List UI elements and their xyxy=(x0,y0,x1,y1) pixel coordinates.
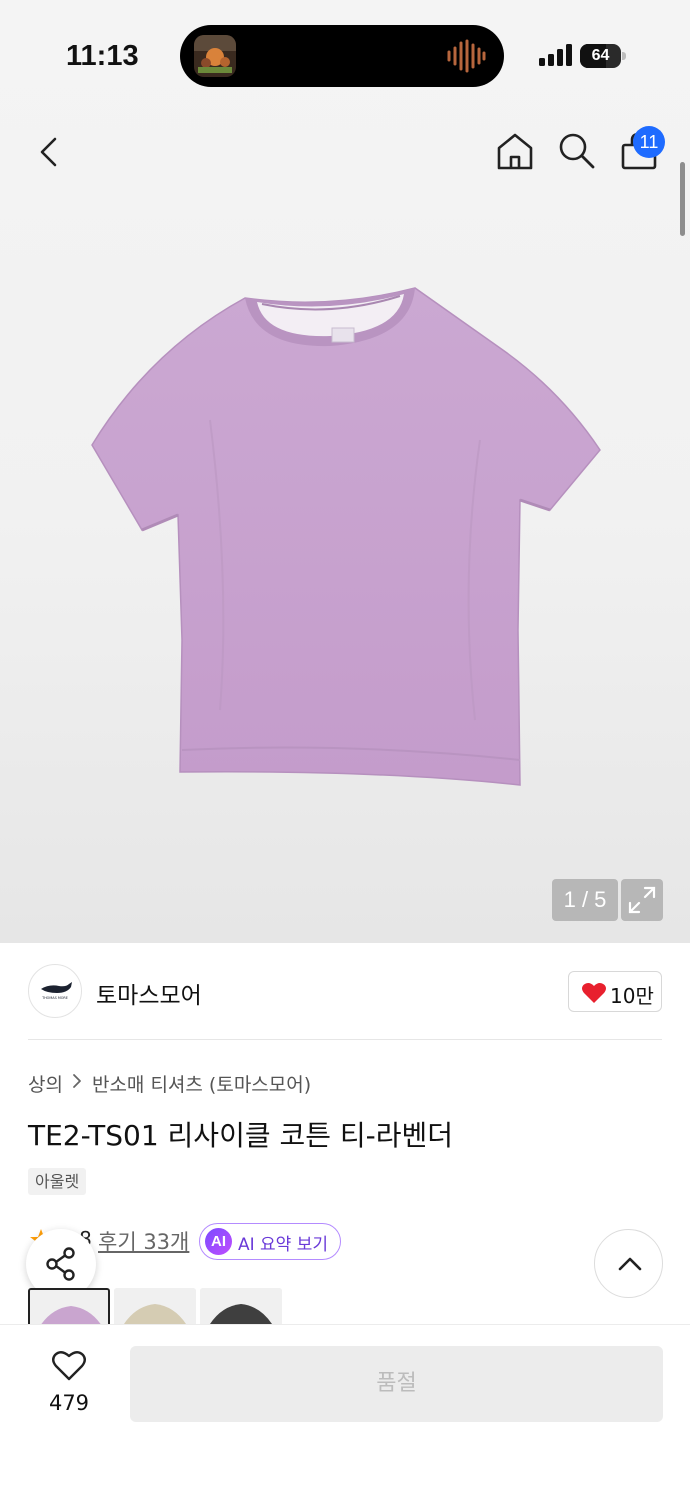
bottom-action-bar: 479 품절 xyxy=(0,1324,690,1500)
review-count-link[interactable]: 후기 33개 xyxy=(98,1226,189,1256)
search-icon xyxy=(559,133,595,169)
wishlist-count: 479 xyxy=(48,1391,90,1415)
ai-summary-label: AI 요약 보기 xyxy=(238,1235,329,1255)
ai-badge-icon: AI xyxy=(205,1228,232,1255)
sold-out-button[interactable]: 품절 xyxy=(130,1346,663,1422)
status-bar: 11:13 64 xyxy=(0,0,690,110)
divider xyxy=(28,1039,662,1040)
expand-image-button[interactable] xyxy=(621,879,663,921)
chevron-up-icon xyxy=(618,1257,642,1271)
color-swatch-lavender[interactable] xyxy=(28,1288,110,1324)
cart-count-badge: 11 xyxy=(633,126,665,158)
store-logo[interactable]: THOMAS MORE xyxy=(28,964,82,1018)
product-title: TE2-TS01 리사이클 코튼 티-라벤더 xyxy=(28,1119,454,1152)
status-time: 11:13 xyxy=(66,40,139,72)
scroll-indicator xyxy=(680,162,685,236)
heart-filled-icon xyxy=(582,983,606,1003)
share-icon xyxy=(46,1247,75,1281)
breadcrumb-subcategory[interactable]: 반소매 티셔츠 (토마스모어) xyxy=(92,1070,311,1097)
store-name[interactable]: 토마스모어 xyxy=(96,976,202,1010)
audio-waveform-icon xyxy=(446,39,486,73)
ai-summary-button[interactable]: AI AI 요약 보기 xyxy=(199,1223,341,1260)
wishlist-button[interactable]: 479 xyxy=(36,1349,102,1421)
outlet-tag: 아울렛 xyxy=(28,1168,87,1195)
home-icon xyxy=(497,133,533,170)
now-playing-artwork xyxy=(194,35,236,77)
search-button[interactable] xyxy=(556,130,596,170)
whale-logo-icon: THOMAS MORE xyxy=(41,982,72,1000)
color-swatch-charcoal[interactable] xyxy=(200,1288,282,1324)
cellular-signal-icon xyxy=(539,44,573,66)
breadcrumb: 상의 반소매 티셔츠 (토마스모어) xyxy=(28,1069,311,1097)
store-like-count: 10만 xyxy=(610,984,654,1008)
color-swatch-beige[interactable] xyxy=(114,1288,196,1324)
battery-level: 64 xyxy=(591,47,610,64)
scroll-to-top-button[interactable] xyxy=(594,1229,663,1298)
heart-outline-icon xyxy=(52,1351,86,1381)
home-button[interactable] xyxy=(494,130,536,172)
battery-icon: 64 xyxy=(580,44,626,68)
image-counter: 1 / 5 xyxy=(552,879,618,921)
back-button[interactable] xyxy=(30,132,70,172)
breadcrumb-category[interactable]: 상의 xyxy=(28,1070,63,1097)
product-image-gallery[interactable]: 11:13 64 11 1 / 5 xyxy=(0,0,690,943)
store-like-button[interactable]: 10만 xyxy=(568,971,662,1012)
dynamic-island xyxy=(180,25,504,87)
expand-icon xyxy=(628,886,656,914)
product-photo xyxy=(80,280,610,800)
svg-text:THOMAS MORE: THOMAS MORE xyxy=(41,996,68,1000)
chevron-left-icon xyxy=(40,137,57,167)
chevron-right-icon xyxy=(72,1073,83,1094)
